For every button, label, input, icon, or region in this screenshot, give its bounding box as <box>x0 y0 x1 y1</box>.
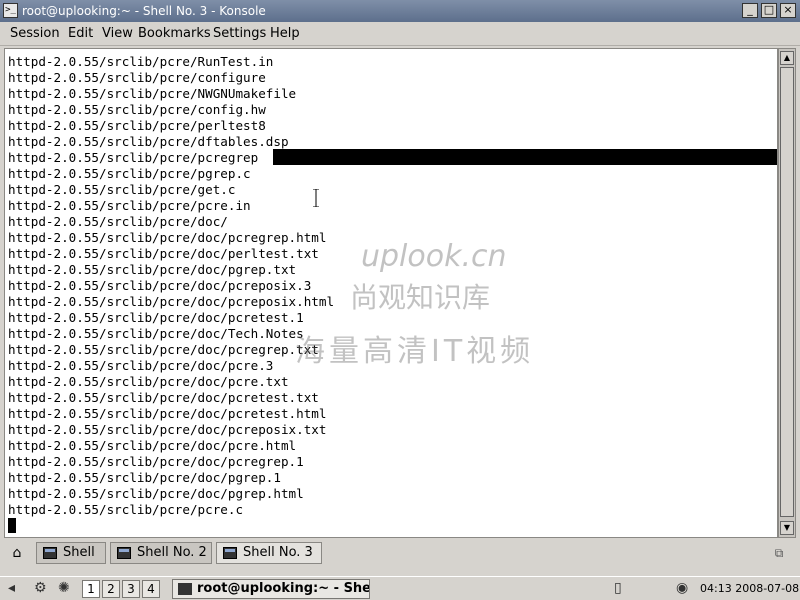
terminal-line: httpd-2.0.55/srclib/pcre/doc/pcretest.tx… <box>8 390 319 405</box>
terminal-line: httpd-2.0.55/srclib/pcre/get.c <box>8 182 236 197</box>
scroll-down-arrow-icon[interactable]: ▼ <box>780 521 794 535</box>
tab-label: Shell No. 2 <box>137 545 207 560</box>
clock[interactable]: 04:13 2008-07-08 <box>700 582 799 595</box>
tab-label: Shell <box>63 545 95 560</box>
menu-view[interactable]: View <box>102 26 133 41</box>
terminal-icon[interactable]: >_ <box>3 3 18 18</box>
terminal-line: httpd-2.0.55/srclib/pcre/perltest8 <box>8 118 266 133</box>
desktop-1[interactable]: 1 <box>82 580 100 598</box>
menu-settings[interactable]: Settings <box>213 26 266 41</box>
terminal-line: httpd-2.0.55/srclib/pcre/doc/ <box>8 214 228 229</box>
close-button[interactable]: × <box>780 3 796 18</box>
shell-icon <box>117 547 131 559</box>
desktop-2[interactable]: 2 <box>102 580 120 598</box>
menu-bar: Session Edit View Bookmarks Settings Hel… <box>0 22 800 46</box>
clipboard-icon[interactable]: ▯ <box>614 580 622 596</box>
scroll-up-arrow-icon[interactable]: ▲ <box>780 51 794 65</box>
new-session-icon[interactable]: ⌂ <box>4 542 30 566</box>
minimize-button[interactable]: _ <box>742 3 758 18</box>
close-session-icon[interactable]: ⧉ <box>766 542 792 566</box>
terminal-line: httpd-2.0.55/srclib/pcre/doc/pcretest.1 <box>8 310 304 325</box>
terminal-line: httpd-2.0.55/srclib/pcre/doc/pcregrep.ht… <box>8 230 327 245</box>
menu-arrow-icon[interactable]: ◂ <box>8 580 15 596</box>
menu-bookmarks[interactable]: Bookmarks <box>138 26 211 41</box>
selection-highlight <box>273 149 777 165</box>
task-label: root@uplooking:~ - Shell N <box>197 581 369 596</box>
maximize-button[interactable]: □ <box>761 3 777 18</box>
taskbar-konsole[interactable]: root@uplooking:~ - Shell N <box>172 579 370 599</box>
tab-shell-3[interactable]: Shell No. 3 <box>216 542 322 564</box>
taskbar-panel: ◂ ⚙ ✺ 1 2 3 4 root@uplooking:~ - Shell N… <box>0 576 800 600</box>
terminal-line: httpd-2.0.55/srclib/pcre/doc/pcre.html <box>8 438 297 453</box>
volume-icon[interactable]: ◉ <box>676 580 688 596</box>
terminal-line: httpd-2.0.55/srclib/pcre/dftables.dsp <box>8 134 289 149</box>
text-cursor <box>8 518 16 533</box>
terminal-line: httpd-2.0.55/srclib/pcre/doc/pcretest.ht… <box>8 406 327 421</box>
menu-edit[interactable]: Edit <box>68 26 93 41</box>
terminal-line: httpd-2.0.55/srclib/pcre/NWGNUmakefile <box>8 86 297 101</box>
menu-session[interactable]: Session <box>10 26 60 41</box>
watermark-line1: 尚观知识库 <box>350 281 491 314</box>
terminal-line: httpd-2.0.55/srclib/pcre/RunTest.in <box>8 54 274 69</box>
terminal-output[interactable]: httpd-2.0.55/srclib/pcre/RunTest.in httpd… <box>4 48 778 538</box>
terminal-line: httpd-2.0.55/srclib/pcre/doc/perltest.tx… <box>8 246 319 261</box>
ibeam-cursor-icon <box>313 189 319 207</box>
terminal-line: httpd-2.0.55/srclib/pcre/pcre.in <box>8 198 251 213</box>
tab-shell-2[interactable]: Shell No. 2 <box>110 542 212 564</box>
scroll-thumb[interactable] <box>780 67 794 517</box>
terminal-line: httpd-2.0.55/srclib/pcre/pgrep.c <box>8 166 251 181</box>
terminal-line: httpd-2.0.55/srclib/pcre/doc/pcre.3 <box>8 358 274 373</box>
tab-shell-1[interactable]: Shell <box>36 542 106 564</box>
shell-icon <box>223 547 237 559</box>
terminal-line: httpd-2.0.55/srclib/pcre/doc/pcreposix.h… <box>8 294 335 309</box>
selected-text: .c <box>258 150 274 165</box>
terminal-line: httpd-2.0.55/srclib/pcre/doc/pcregrep.1 <box>8 454 304 469</box>
vertical-scrollbar[interactable]: ▲ ▼ <box>778 48 796 538</box>
terminal-line: httpd-2.0.55/srclib/pcre/doc/pgrep.txt <box>8 262 297 277</box>
terminal-line: httpd-2.0.55/srclib/pcre/doc/pcre.txt <box>8 374 289 389</box>
desktop-4[interactable]: 4 <box>142 580 160 598</box>
terminal-line: httpd-2.0.55/srclib/pcre/doc/pcreposix.3 <box>8 278 312 293</box>
terminal-line: httpd-2.0.55/srclib/pcre/pcregrep.c <box>8 150 273 166</box>
tab-label: Shell No. 3 <box>243 545 313 560</box>
terminal-line-text: httpd-2.0.55/srclib/pcre/pcregrep <box>8 150 259 165</box>
tab-bar: ⌂ Shell Shell No. 2 Shell No. 3 ⧉ <box>0 540 800 568</box>
desktop-3[interactable]: 3 <box>122 580 140 598</box>
network-icon[interactable]: ⚙ <box>34 580 47 596</box>
terminal-line: httpd-2.0.55/srclib/pcre/doc/pgrep.1 <box>8 470 281 485</box>
shell-icon <box>43 547 57 559</box>
window-title: root@uplooking:~ - Shell No. 3 - Konsole <box>22 4 266 18</box>
terminal-line: httpd-2.0.55/srclib/pcre/doc/pgrep.html <box>8 486 304 501</box>
terminal-line: httpd-2.0.55/srclib/pcre/doc/pcregrep.tx… <box>8 342 319 357</box>
terminal-line: httpd-2.0.55/srclib/pcre/config.hw <box>8 102 266 117</box>
title-bar[interactable]: >_ root@uplooking:~ - Shell No. 3 - Kons… <box>0 0 800 22</box>
terminal-line: httpd-2.0.55/srclib/pcre/pcre.c <box>8 502 244 517</box>
terminal-line: httpd-2.0.55/srclib/pcre/doc/pcreposix.t… <box>8 422 327 437</box>
terminal-icon <box>178 583 192 595</box>
browser-icon[interactable]: ✺ <box>58 580 70 596</box>
terminal-line: httpd-2.0.55/srclib/pcre/configure <box>8 70 266 85</box>
watermark-line2: 海量高清IT视频 <box>295 334 535 369</box>
menu-help[interactable]: Help <box>270 26 300 41</box>
watermark-site: uplook.cn <box>361 239 507 274</box>
terminal-line: httpd-2.0.55/srclib/pcre/doc/Tech.Notes <box>8 326 304 341</box>
